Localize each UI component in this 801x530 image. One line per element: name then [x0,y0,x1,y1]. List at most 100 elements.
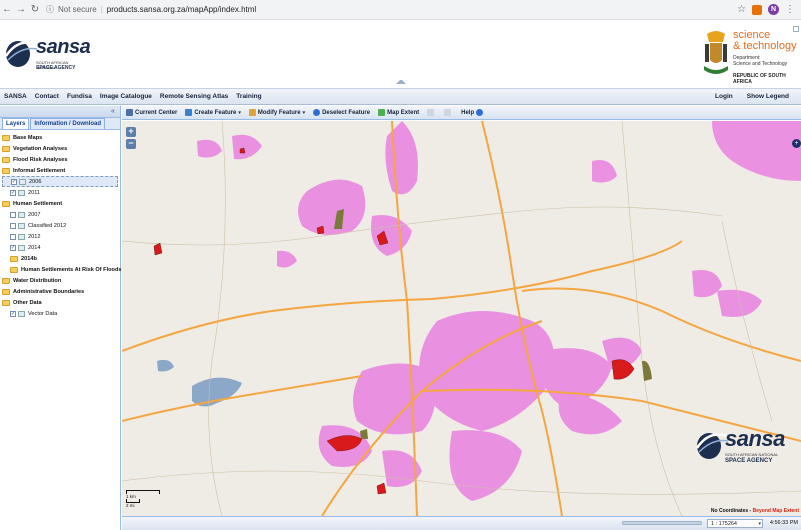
reload-icon[interactable]: ↻ [28,4,42,15]
menu-image-catalogue[interactable]: Image Catalogue [100,93,152,100]
menu-contact[interactable]: Contact [35,93,59,100]
map-extent-button[interactable]: Map Extent [378,109,419,116]
header-resize-icon[interactable] [793,26,799,32]
folder-icon [2,156,10,163]
sansa-logo[interactable]: sansa SOUTH AFRICAN NATIONAL SPACE AGENC… [4,34,91,76]
extent-icon [378,109,386,116]
tree-node[interactable]: Base Maps [2,132,118,143]
coords-extent: Beyond Map Extent [752,508,799,514]
browser-menu-icon[interactable]: ⋮ [785,4,795,15]
coat-of-arms-icon [704,31,728,74]
watermark-globe-icon [695,433,729,459]
layer-switcher-icon[interactable]: + [792,139,801,148]
layer-icon [18,310,25,317]
tree-node-label: 2012 [28,233,41,240]
tab-layers[interactable]: Layers [2,118,30,129]
menu-sansa[interactable]: SANSA [4,93,27,100]
tree-node[interactable]: ✓ 2011 [2,187,118,198]
layer-icon [18,211,25,218]
watermark-wordmark: sansa [725,426,785,451]
layer-checkbox[interactable] [10,222,16,229]
layer-checkbox[interactable]: ✓ [10,310,16,317]
url-text[interactable]: products.sansa.org.za/mapApp/index.html [107,5,256,14]
tree-node-label: Classified 2012 [28,222,67,229]
dst-department-name: Science and Technology [733,61,788,67]
history-back-button[interactable] [427,109,436,116]
address-divider: | [100,5,103,14]
tree-node[interactable]: Water Distribution [2,275,118,286]
address-bar[interactable]: ⓘ Not secure | products.sansa.org.za/map… [46,3,306,17]
deselect-feature-button[interactable]: Deselect Feature [313,109,370,116]
menu-training[interactable]: Training [236,93,261,100]
scale-km-label: 1 km [126,494,136,499]
info-icon[interactable]: ⓘ [46,4,54,15]
chevron-down-icon: ▾ [238,109,241,116]
back-arrow-icon [427,109,435,116]
folder-icon [2,299,10,306]
tree-node[interactable]: Human Settlement [2,198,118,209]
header-collapse-icon[interactable] [396,80,406,84]
bookmark-star-icon[interactable]: ☆ [737,4,746,15]
forward-icon[interactable]: → [14,4,28,15]
map-canvas[interactable]: + − + 1 km 2 mi sansa SOUTH AFRICAN NATI… [122,121,801,516]
tree-node[interactable]: Classified 2012 [2,220,118,231]
dst-technology: & technology [733,40,797,52]
layer-checkbox[interactable]: ✓ [11,178,17,185]
tree-node-label: Base Maps [13,134,43,141]
menu-remote-sensing-atlas[interactable]: Remote Sensing Atlas [160,93,228,100]
layer-tree: Base Maps Vegetation Analyses Flood Risk A… [0,130,122,321]
scale-mi-label: 2 mi [126,503,135,508]
extension-icon[interactable] [752,4,762,15]
tree-node[interactable]: 2014b [2,253,118,264]
tree-node[interactable]: Administrative Boundaries [2,286,118,297]
map-toolbar: Current Center Create Feature ▾ Modify F… [122,106,801,120]
folder-icon [2,277,10,284]
current-center-button[interactable]: Current Center [126,109,177,116]
layer-checkbox[interactable] [10,211,16,218]
layer-checkbox[interactable]: ✓ [10,189,16,196]
help-button[interactable]: Help [461,109,485,116]
history-forward-button[interactable] [444,109,453,116]
tree-node[interactable]: 2012 [2,231,118,242]
zoom-controls: + − [126,127,136,151]
watermark-tagline: SPACE AGENCY [725,458,773,464]
browser-toolbar: ← → ↻ ⓘ Not secure | products.sansa.org.… [0,0,801,20]
map-extent-label: Map Extent [387,109,420,116]
profile-avatar[interactable]: N [768,4,779,15]
zoom-slider[interactable] [622,521,702,525]
tree-node[interactable]: ✓ 2014 [2,242,118,253]
layer-checkbox[interactable]: ✓ [10,244,16,251]
layer-icon [18,233,25,240]
tree-node[interactable]: ✓ Vector Data [2,308,118,319]
layer-checkbox[interactable] [10,233,16,240]
pond-water [157,359,174,372]
pencil-icon [185,109,193,116]
panel-header: « [0,106,120,118]
tree-node[interactable]: Vegetation Analyses [2,143,118,154]
logo-wordmark: sansa [36,36,91,58]
tree-node[interactable]: Human Settlements At Risk Of Floods [2,264,122,275]
dst-logo: science & technology Department: Science… [701,30,801,85]
forward-arrow-icon [444,109,452,116]
tree-node[interactable]: Other Data [2,297,118,308]
login-link[interactable]: Login [715,93,733,100]
show-legend-link[interactable]: Show Legend [747,93,789,100]
create-feature-button[interactable]: Create Feature ▾ [185,109,241,116]
tree-node[interactable]: ✓ 2006 [2,176,118,187]
menu-fundisa[interactable]: Fundisa [67,93,92,100]
zoom-in-button[interactable]: + [126,127,136,137]
zoom-out-button[interactable]: − [126,139,136,149]
tab-information-download[interactable]: Information / Download [30,118,106,129]
scale-value: 1 : 175264 [711,521,737,527]
center-icon [126,109,133,116]
scale-select[interactable]: 1 : 175264 ▾ [707,519,763,528]
tree-node[interactable]: 2007 [2,209,118,220]
folder-icon [10,266,18,273]
tree-node[interactable]: Informal Settlement [2,165,118,176]
clock-time: 4:56:33 PM [769,520,798,526]
edit-icon [248,109,256,116]
modify-feature-button[interactable]: Modify Feature ▾ [248,109,305,116]
collapse-panel-icon[interactable]: « [108,107,118,116]
tree-node[interactable]: Flood Risk Analyses [2,154,118,165]
back-icon[interactable]: ← [0,4,14,15]
